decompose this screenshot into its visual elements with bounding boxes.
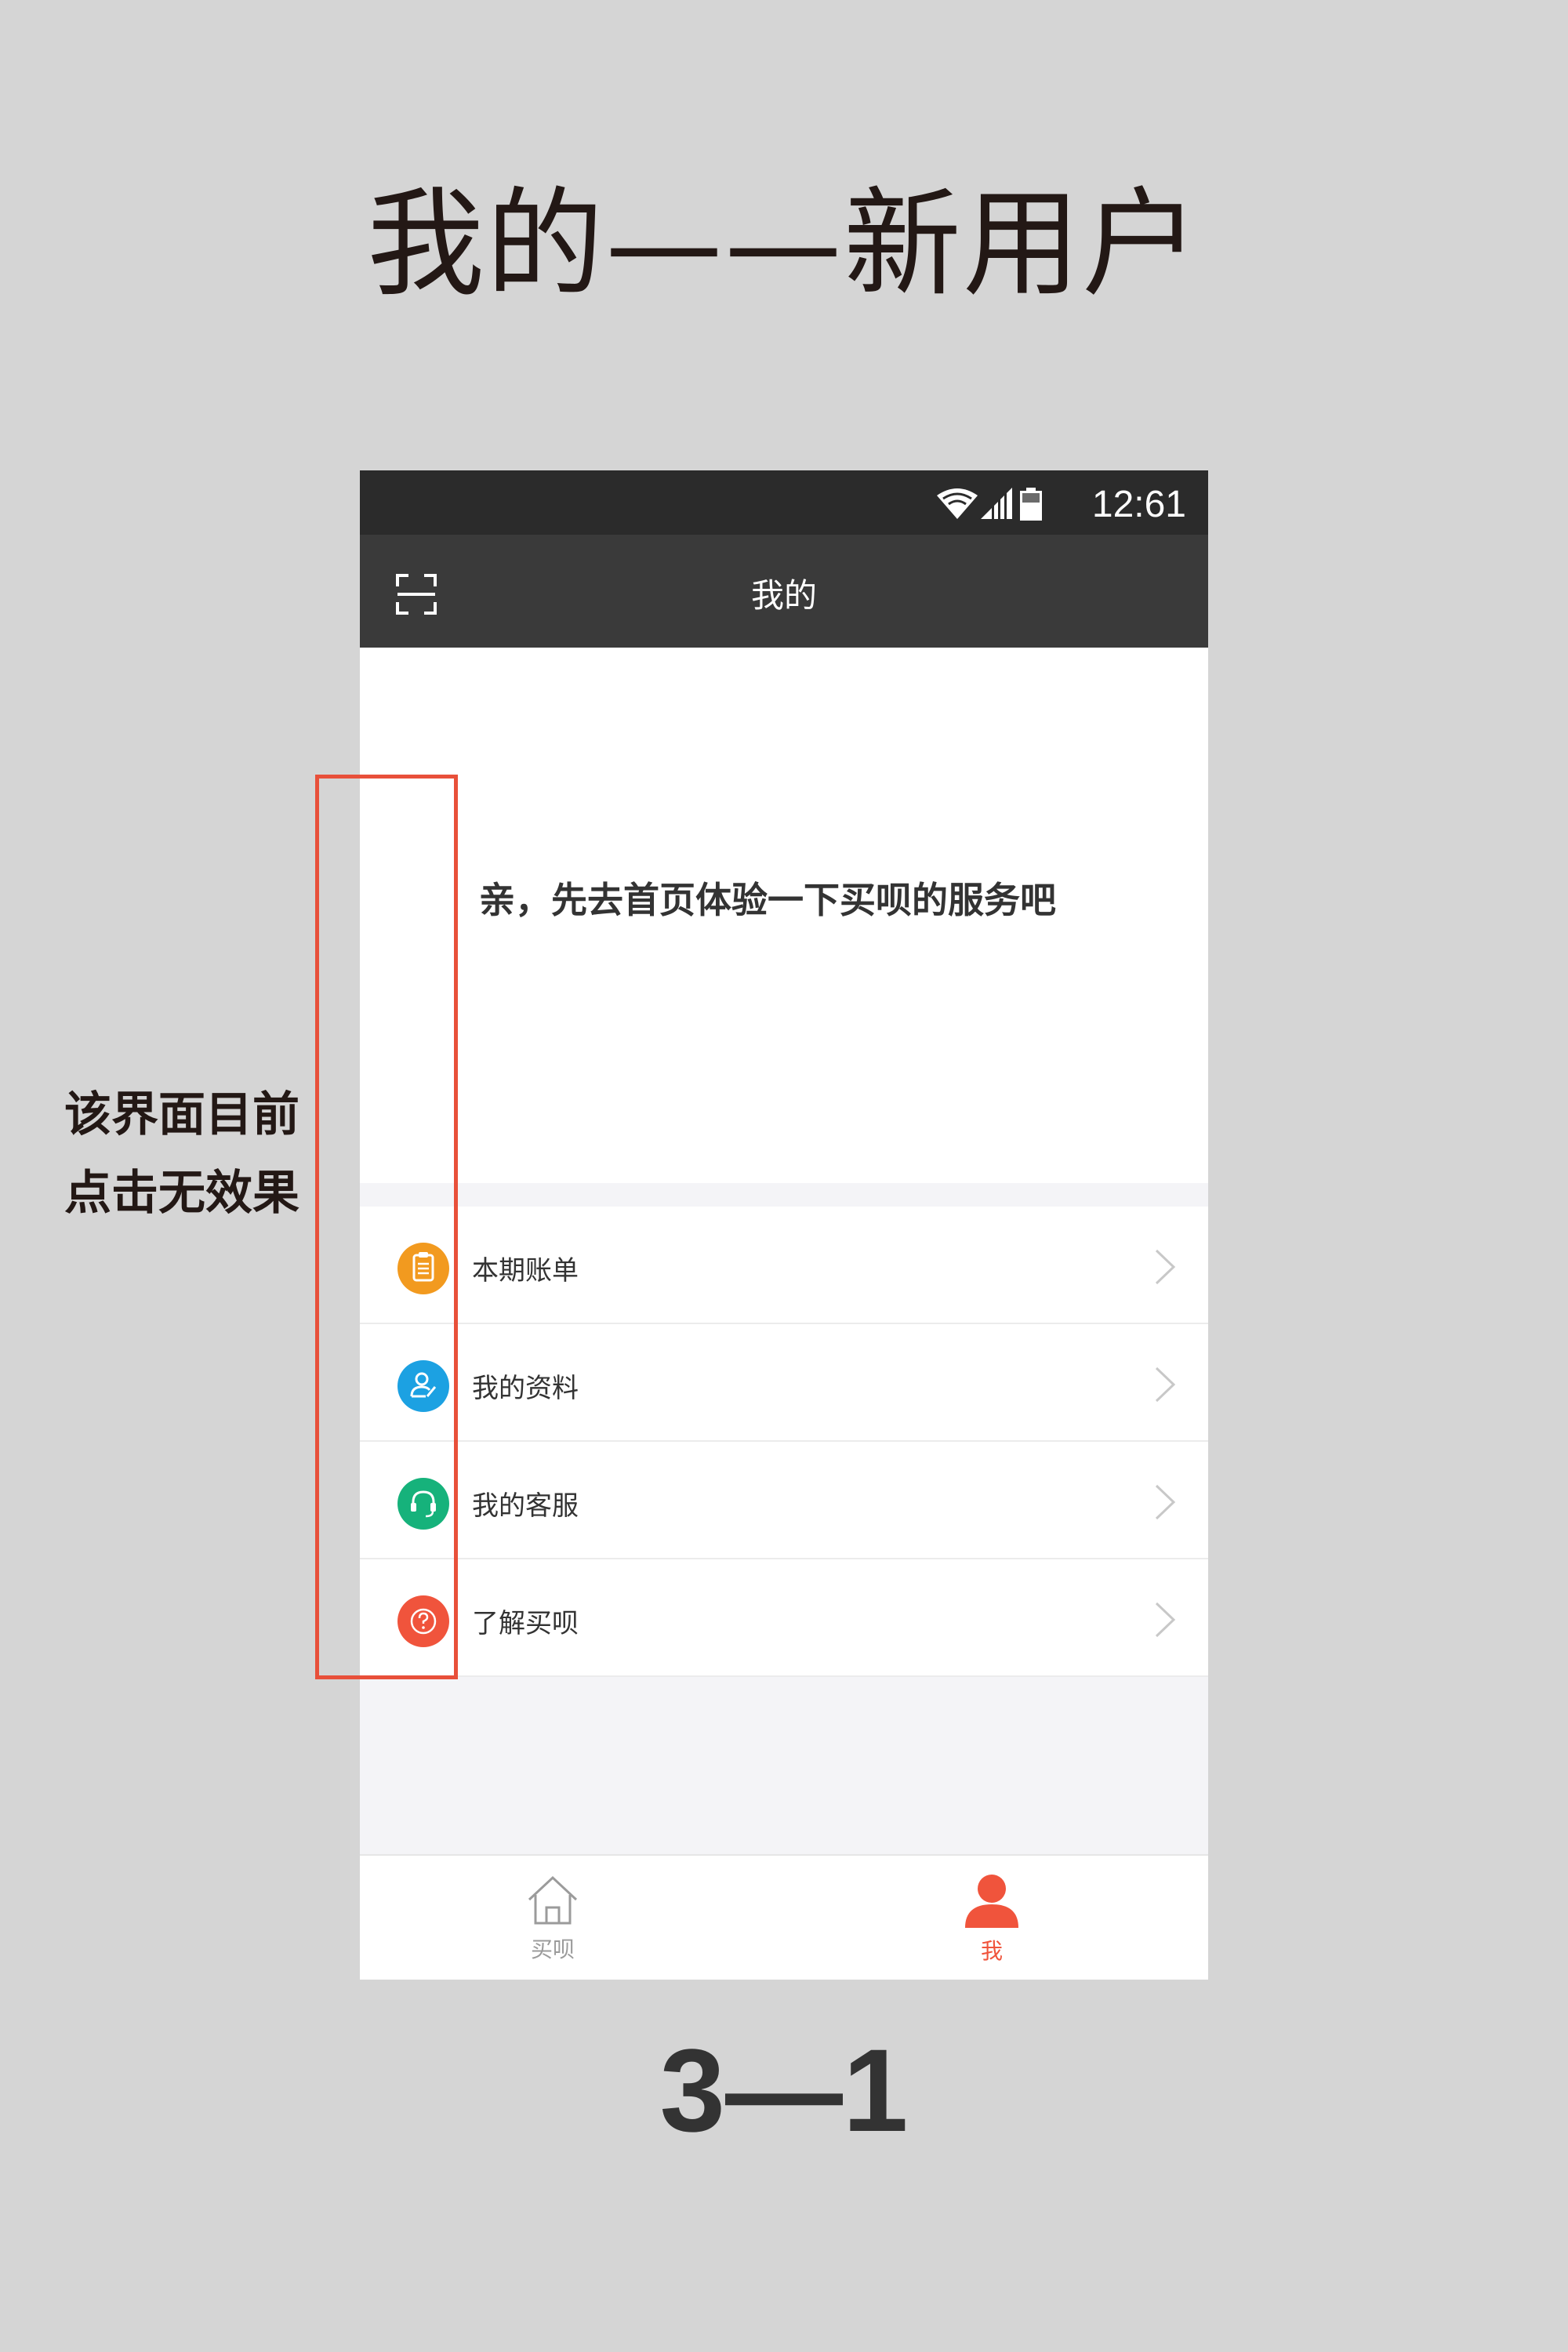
home-icon bbox=[528, 1875, 578, 1925]
annotation-line-2: 点击无效果 bbox=[64, 1166, 299, 1221]
annotation-note: 该界面目前 点击无效果 bbox=[64, 1076, 315, 1232]
menu-item-service[interactable]: 我的客服 bbox=[360, 1442, 1208, 1559]
phone-screen: 12:61 我的 亲，先去首页体验一下买呗的服务吧 本期账单 我的资料 我的客服… bbox=[360, 470, 1208, 1980]
menu-list: 本期账单 我的资料 我的客服 了解买呗 bbox=[360, 1207, 1208, 1677]
annotation-highlight-box bbox=[315, 775, 458, 1679]
tab-home-label: 买呗 bbox=[530, 1936, 575, 1962]
app-bar-title: 我的 bbox=[750, 576, 817, 615]
tab-me-label: 我 bbox=[980, 1938, 1003, 1964]
tab-bar: 买呗 我 bbox=[360, 1854, 1208, 1980]
chevron-right-icon bbox=[1155, 1249, 1176, 1285]
chevron-right-icon bbox=[1155, 1602, 1176, 1638]
person-icon bbox=[965, 1875, 1018, 1928]
signal-icon bbox=[981, 488, 1012, 519]
chevron-right-icon bbox=[1155, 1367, 1176, 1403]
status-bar: 12:61 bbox=[360, 470, 1208, 535]
empty-area bbox=[360, 1677, 1208, 1854]
annotation-line-1: 该界面目前 bbox=[64, 1087, 299, 1142]
battery-icon bbox=[1020, 488, 1042, 521]
menu-label-bill: 本期账单 bbox=[472, 1255, 579, 1287]
menu-item-profile[interactable]: 我的资料 bbox=[360, 1324, 1208, 1442]
tab-me[interactable]: 我 bbox=[874, 1856, 1109, 1980]
menu-label-profile: 我的资料 bbox=[472, 1373, 579, 1404]
hero-message: 亲，先去首页体验一下买呗的服务吧 bbox=[479, 879, 1056, 921]
page-number: 3—1 bbox=[659, 2024, 909, 2156]
menu-item-bill[interactable]: 本期账单 bbox=[360, 1207, 1208, 1324]
section-divider bbox=[360, 1183, 1208, 1207]
app-bar: 我的 bbox=[360, 535, 1208, 648]
menu-item-about[interactable]: 了解买呗 bbox=[360, 1559, 1208, 1677]
page-title: 我的——新用户 bbox=[366, 176, 1201, 313]
menu-label-about: 了解买呗 bbox=[472, 1608, 579, 1639]
status-time: 12:61 bbox=[1091, 484, 1186, 525]
status-icons bbox=[937, 488, 1042, 521]
chevron-right-icon bbox=[1155, 1484, 1176, 1520]
tab-home[interactable]: 买呗 bbox=[435, 1856, 670, 1980]
menu-label-service: 我的客服 bbox=[472, 1490, 579, 1522]
wifi-icon bbox=[937, 488, 978, 519]
hero-section: 亲，先去首页体验一下买呗的服务吧 bbox=[360, 648, 1208, 1183]
